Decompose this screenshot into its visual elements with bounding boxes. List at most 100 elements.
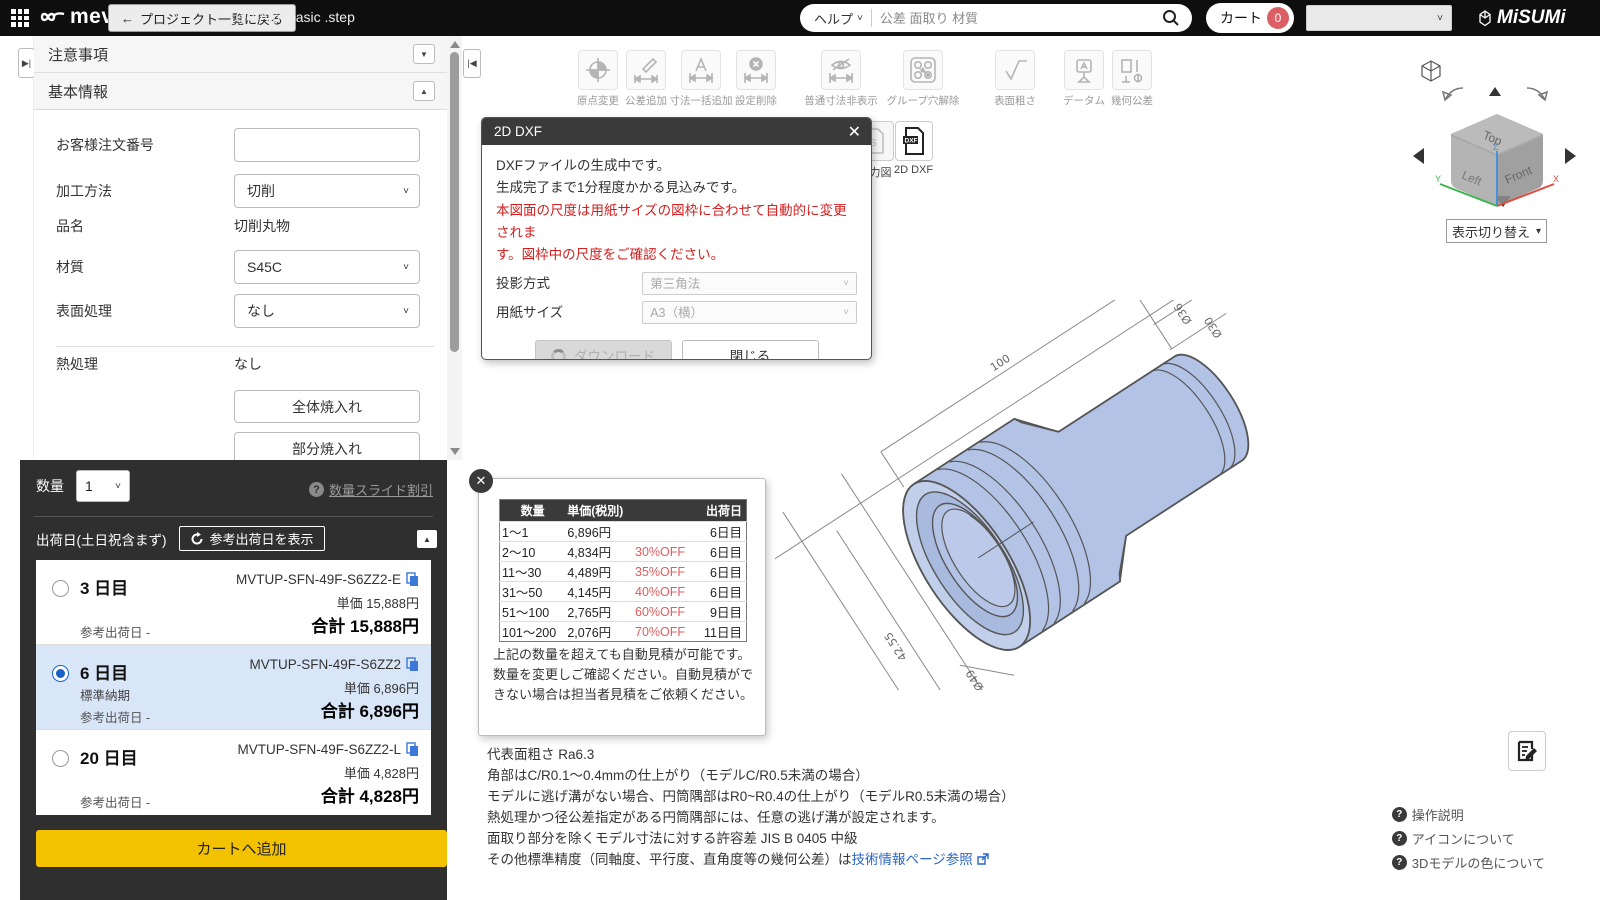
chevron-down-icon: ˅ — [403, 185, 409, 197]
ship-option-20day[interactable]: 20 日目 参考出荷日 - MVTUP-SFN-49F-S6ZZ2-L 単価 4… — [36, 730, 431, 815]
price-note: 上記の数量を超えても自動見積が可能です。 数量を変更しご確認ください。自動見積が… — [493, 647, 754, 703]
scroll-up-arrow[interactable] — [450, 41, 460, 48]
misumi-mark-icon — [1479, 9, 1491, 26]
svg-text:Y: Y — [1435, 174, 1441, 184]
surface-select[interactable]: なし ˅ — [234, 294, 420, 328]
radio-selected[interactable] — [52, 665, 69, 682]
close-icon[interactable]: ✕ — [469, 469, 493, 493]
chevron-down-icon: ˅ — [1437, 12, 1443, 24]
spec-notes: 代表面粗さ Ra6.3 角部はC/R0.1～0.4mmの仕上がり（モデルC/R0… — [487, 744, 1015, 870]
order-no-input[interactable] — [234, 128, 420, 162]
rotate-view-right-icon[interactable] — [1565, 148, 1576, 164]
edit-note-icon — [1517, 740, 1537, 762]
collapse-panel-button[interactable]: |◀ — [463, 49, 481, 78]
ship-option-3day[interactable]: 3 日目 参考出荷日 - MVTUP-SFN-49F-S6ZZ2-E 単価 15… — [36, 560, 431, 645]
tool-surface-roughness[interactable]: 表面粗さ — [986, 50, 1044, 108]
table-row: 101～200 2,076円 70%OFF 11日目 — [499, 621, 747, 642]
file-name: 10_FAtp_basic .step — [228, 9, 355, 25]
tool-setting-delete[interactable]: 設定削除 — [732, 50, 780, 108]
tool-dimension-batch-add[interactable]: 寸法一括追加 — [670, 50, 733, 108]
dxf-file-icon: DXF — [902, 127, 924, 155]
dxf-warning: 本図面の尺度は用紙サイズの図枠に合わせて自動的に変更されま す。図枠中の尺度をご… — [496, 202, 847, 263]
dxf-download-button[interactable]: DXF 2D DXF — [894, 121, 933, 176]
expand-panel-button[interactable]: ▶| — [18, 48, 35, 78]
pencil-dimension-icon — [633, 57, 659, 83]
quantity-discount-link[interactable]: ? 数量スライド割引 — [308, 480, 433, 499]
view-switch-button[interactable]: 表示切り替え ▾ — [1446, 219, 1547, 243]
svg-text:Ø49: Ø49 — [963, 667, 986, 690]
copy-icon[interactable] — [406, 742, 419, 757]
part-code: MVTUP-SFN-49F-S6ZZ2 — [249, 657, 401, 672]
table-header-row: 数量 単価(税別) 出荷日 — [499, 499, 747, 522]
svg-text:Ø30: Ø30 — [1202, 314, 1225, 340]
help-operation-link[interactable]: ? 操作説明 — [1391, 805, 1464, 824]
heat-full-wrap: 全体焼入れ — [234, 390, 420, 423]
copy-icon[interactable] — [406, 657, 419, 672]
help-scope-select[interactable]: ヘルプ ˅ — [800, 9, 872, 27]
radio-unselected[interactable] — [52, 580, 69, 597]
svg-text:100: 100 — [988, 352, 1013, 374]
help-model-color-link[interactable]: ? 3Dモデルの色について — [1391, 853, 1545, 872]
heat-partial-button[interactable]: 部分焼入れ — [234, 432, 420, 460]
svg-text:Ø36: Ø36 — [1171, 301, 1194, 327]
table-row: 31～50 4,145円 40%OFF 6日目 — [499, 581, 747, 602]
delete-dimension-icon — [743, 57, 769, 83]
method-select[interactable]: 切削 ˅ — [234, 174, 420, 208]
quantity-row: 数量 1 ˅ — [36, 470, 130, 502]
panel-scrollbar[interactable] — [447, 36, 462, 460]
close-icon[interactable]: ✕ — [848, 122, 861, 142]
tilt-up-icon[interactable] — [1489, 87, 1501, 96]
show-ref-ship-date-button[interactable]: 参考出荷日を表示 — [178, 526, 325, 551]
ship-collapse-button[interactable]: ▲ — [417, 530, 437, 548]
divider — [34, 516, 433, 517]
basic-collapse-button[interactable]: ▲ — [413, 81, 435, 101]
rotate-view-left-icon[interactable] — [1413, 148, 1424, 164]
external-link-icon[interactable] — [976, 853, 989, 865]
quantity-select[interactable]: 1 ˅ — [76, 470, 130, 502]
spec-line-last: その他標準精度（同軸度、平行度、直角度等の幾何公差）は技術情報ページ参照 — [487, 849, 1015, 870]
refresh-icon — [191, 531, 202, 544]
tool-datum[interactable]: データム — [1060, 50, 1108, 108]
isometric-view-icon[interactable] — [1420, 60, 1442, 82]
method-row: 加工方法 切削 ˅ — [34, 174, 447, 208]
add-to-cart-button[interactable]: カートへ追加 — [36, 830, 447, 867]
dimension-add-icon — [688, 57, 714, 83]
heat-value: なし — [234, 356, 262, 372]
tool-normal-dim-hide[interactable]: 普通寸法非表示 — [802, 50, 880, 108]
cart-button[interactable]: カート 0 — [1206, 3, 1294, 33]
copy-icon[interactable] — [406, 572, 419, 587]
download-button-disabled: ダウンロード — [534, 340, 672, 359]
notice-expand-button[interactable]: ▼ — [413, 44, 435, 64]
part-code: MVTUP-SFN-49F-S6ZZ2-E — [235, 572, 401, 587]
radio-unselected[interactable] — [52, 750, 69, 767]
scroll-down-arrow[interactable] — [450, 448, 460, 455]
datum-icon — [1076, 59, 1092, 83]
tool-tolerance-add[interactable]: 公差追加 — [622, 50, 670, 108]
back-arrow-icon: ← — [121, 10, 134, 26]
ship-option-6day[interactable]: 6 日目 標準納期 参考出荷日 - MVTUP-SFN-49F-S6ZZ2 単価… — [36, 645, 431, 730]
heat-full-button[interactable]: 全体焼入れ — [234, 390, 420, 423]
help-icons-link[interactable]: ? アイコンについて — [1391, 829, 1515, 848]
scrollbar-thumb[interactable] — [450, 52, 459, 352]
account-select[interactable]: ˅ — [1306, 5, 1452, 31]
search-input[interactable] — [871, 10, 1162, 26]
product-row: 品名 切削丸物 — [56, 218, 290, 234]
surface-row: 表面処理 なし ˅ — [34, 294, 447, 328]
part-code: MVTUP-SFN-49F-S6ZZ2-L — [237, 742, 401, 757]
price-table-popup: ✕ 数量 単価(税別) 出荷日 1～1 6,896円 6日目 2～10 4,834円… — [469, 469, 766, 736]
tool-group-hole-release[interactable]: グループ穴解除 — [880, 50, 966, 108]
tool-geometric-tolerance[interactable]: 幾何公差 — [1108, 50, 1156, 108]
heat-row: 熱処理 なし — [56, 356, 262, 372]
geometric-tolerance-icon — [1121, 59, 1143, 83]
app-grid-icon[interactable] — [11, 9, 29, 27]
edit-note-button[interactable] — [1508, 731, 1546, 771]
material-select[interactable]: S45C ˅ — [234, 250, 420, 284]
chevron-down-icon: ˅ — [403, 261, 409, 273]
search-bar: ヘルプ ˅ — [800, 4, 1192, 32]
tool-origin-change[interactable]: 原点変更 — [574, 50, 622, 108]
search-icon[interactable] — [1162, 9, 1180, 27]
tech-info-link[interactable]: 技術情報ページ参照 — [852, 852, 973, 867]
view-cube[interactable]: Top Left Front Z Y X — [1435, 106, 1560, 216]
spec-line: 面取り部分を除くモデル寸法に対する許容差 JIS B 0405 中級 — [487, 831, 858, 846]
dialog-close-button[interactable]: 閉じる — [681, 340, 819, 359]
